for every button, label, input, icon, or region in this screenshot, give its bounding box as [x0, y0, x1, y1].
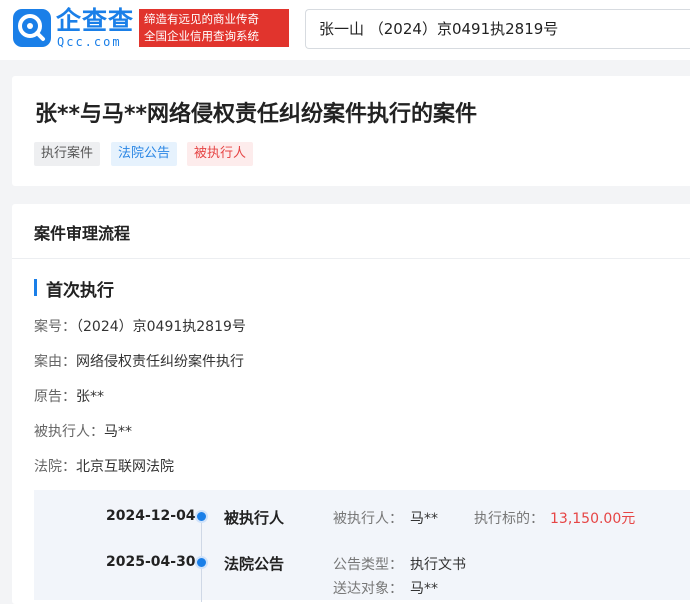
timeline-type[interactable]: 被执行人 [224, 507, 284, 528]
timeline-key: 送达对象： [333, 581, 403, 597]
info-value[interactable]: 张** [76, 389, 104, 405]
divider [12, 258, 690, 259]
info-row-cause: 案由：网络侵权责任纠纷案件执行 [34, 351, 244, 371]
info-label: 法院： [34, 459, 76, 475]
qcc-logo-icon[interactable] [13, 9, 51, 47]
timeline-key: 公告类型： [333, 557, 403, 573]
info-label: 案由： [34, 354, 76, 370]
tag-judgment-debtor[interactable]: 被执行人 [187, 142, 254, 166]
search-input[interactable]: 张一山 （2024）京0491执2819号 [305, 9, 690, 49]
top-header: 企查查 Qcc.com 缔造有远见的商业传奇 全国企业信用查询系统 张一山 （2… [0, 0, 690, 60]
info-label: 原告： [34, 389, 76, 405]
logo-text[interactable]: 企查查 [56, 6, 136, 36]
tag-execution-case[interactable]: 执行案件 [34, 142, 101, 166]
timeline-type[interactable]: 法院公告 [224, 553, 284, 574]
timeline-amount: 13,150.00元 [550, 511, 636, 527]
slogan-line-1: 缔造有远见的商业传奇 [144, 12, 259, 26]
stage-title: 首次执行 [46, 281, 114, 301]
case-title-card: 张**与马**网络侵权责任纠纷案件执行的案件 执行案件 法院公告 被执行人 [12, 76, 690, 186]
logo-domain: Qcc.com [57, 35, 122, 49]
info-value[interactable]: （2024）京0491执2819号 [76, 319, 246, 335]
timeline-dot-icon [195, 510, 208, 523]
timeline-key: 被执行人： [333, 511, 403, 527]
timeline-value[interactable]: 马** [410, 578, 438, 598]
info-value[interactable]: 北京互联网法院 [76, 459, 174, 475]
timeline-key: 执行标的： [474, 511, 544, 527]
info-label: 案号： [34, 319, 76, 335]
timeline-date: 2025-04-30 [106, 554, 196, 570]
case-title: 张**与马**网络侵权责任纠纷案件执行的案件 [35, 102, 478, 127]
info-row-case-number: 案号：（2024）京0491执2819号 [34, 316, 246, 336]
info-row-debtor: 被执行人：马** [34, 421, 132, 441]
info-value: 网络侵权责任纠纷案件执行 [76, 354, 244, 370]
slogan-line-2: 全国企业信用查询系统 [144, 29, 259, 43]
tag-court-notice[interactable]: 法院公告 [111, 142, 178, 166]
timeline: 2024-12-04 被执行人 被执行人： 马** 执行标的： 13,150.0… [34, 490, 690, 602]
slogan-banner: 缔造有远见的商业传奇 全国企业信用查询系统 [139, 9, 289, 47]
timeline-value[interactable]: 马** [410, 508, 438, 528]
timeline-dot-icon [195, 556, 208, 569]
info-row-plaintiff: 原告：张** [34, 386, 104, 406]
info-label: 被执行人： [34, 424, 104, 440]
section-title: 案件审理流程 [34, 224, 131, 243]
case-process-card: 案件审理流程 首次执行 案号：（2024）京0491执2819号 案由：网络侵权… [12, 204, 690, 604]
info-value[interactable]: 马** [104, 424, 132, 440]
timeline-value[interactable]: 执行文书 [410, 554, 466, 574]
stage-accent-bar [34, 279, 37, 296]
timeline-date: 2024-12-04 [106, 508, 196, 524]
info-row-court: 法院：北京互联网法院 [34, 456, 174, 476]
